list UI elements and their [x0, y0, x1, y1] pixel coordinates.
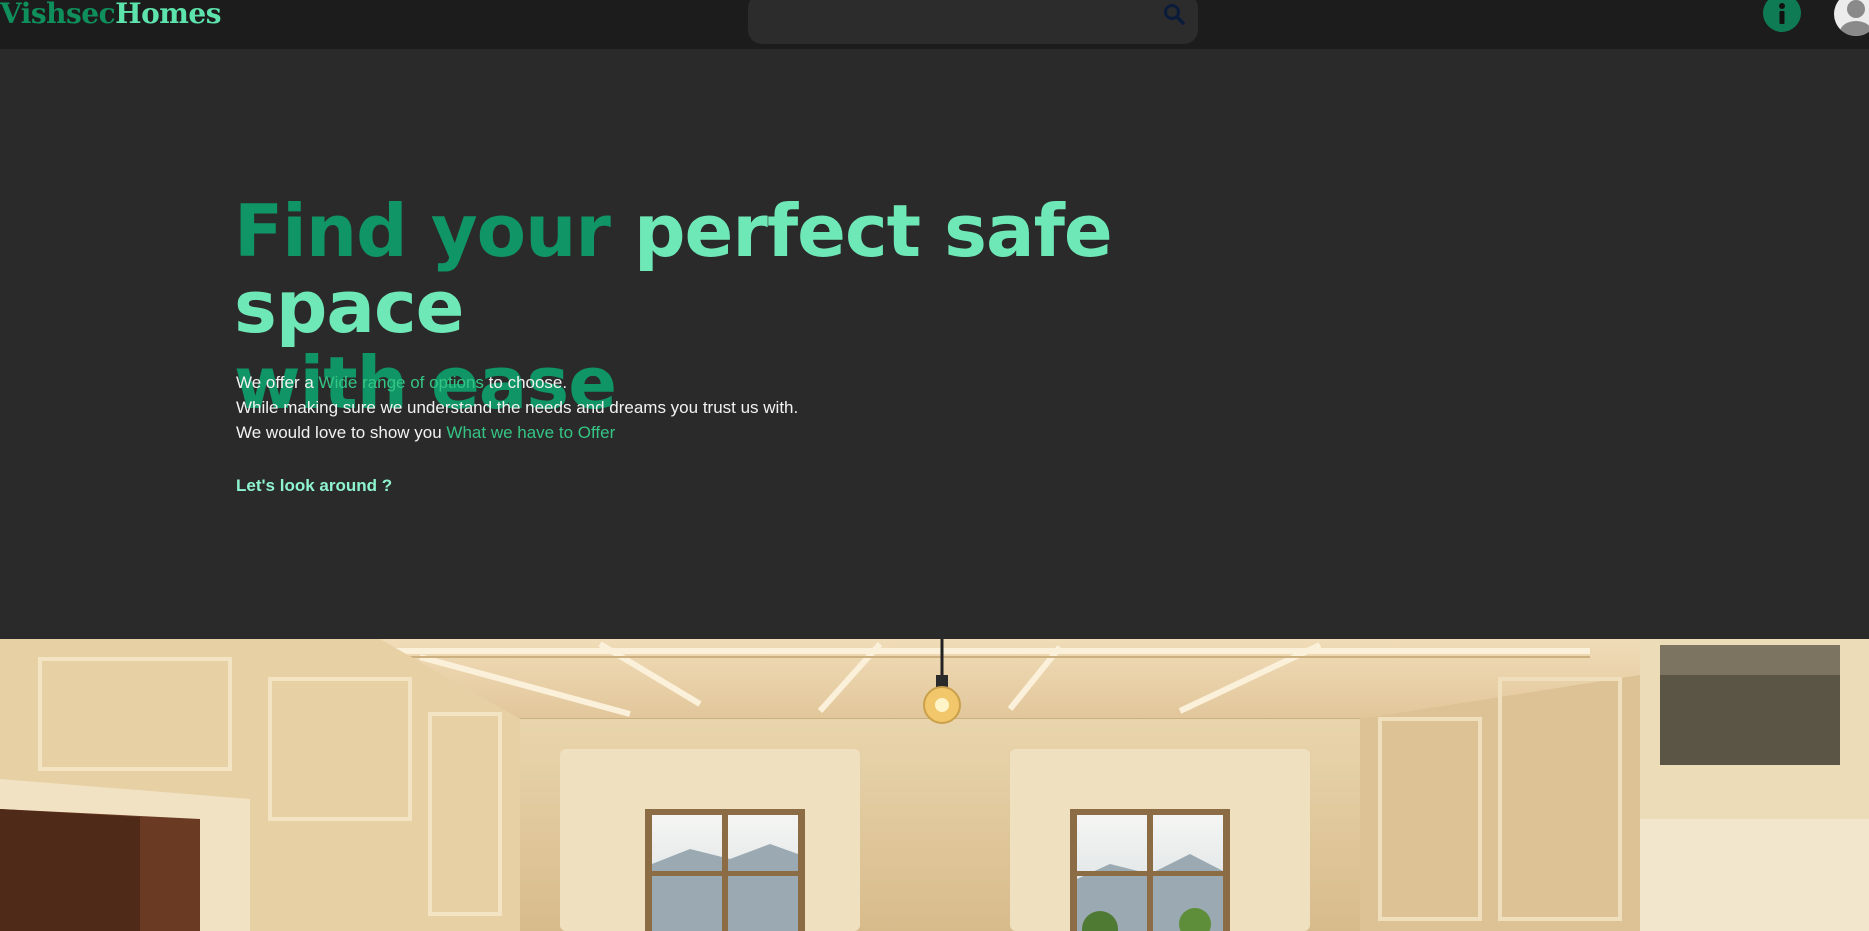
user-silhouette: [1840, 0, 1869, 36]
desc-line-3: We would love to show you What we have t…: [236, 420, 798, 445]
brand-logo[interactable]: VishsecHomes: [0, 0, 221, 30]
desc-line3-highlight: What we have to Offer: [446, 423, 616, 442]
desc-line-2: While making sure we understand the need…: [236, 398, 799, 417]
desc-line1-highlight: Wide range of options: [318, 373, 484, 392]
desc-line-1: We offer a Wide range of options to choo…: [236, 370, 798, 395]
info-icon[interactable]: [1763, 0, 1801, 32]
hero-description: We offer a Wide range of options to choo…: [236, 370, 798, 445]
room-photo-illustration: [0, 639, 1869, 931]
search-input[interactable]: [764, 4, 1148, 36]
desc-line1-prefix: We offer a: [236, 373, 314, 392]
desc-line1-suffix: to choose.: [488, 373, 568, 392]
brand-name-part2: Homes: [115, 0, 221, 30]
room-photo: [0, 639, 1869, 931]
info-glyph: [1779, 3, 1785, 24]
search-icon[interactable]: [1162, 2, 1186, 26]
desc-line3-prefix: We would love to show you: [236, 423, 442, 442]
hero-section: Find your perfect safe space with ease W…: [0, 49, 1869, 639]
user-avatar-icon[interactable]: [1834, 0, 1869, 36]
search-bar[interactable]: [748, 0, 1198, 44]
lets-look-around-link[interactable]: Let's look around ?: [236, 476, 392, 496]
brand-name-part1: Vishsec: [0, 0, 116, 30]
top-navbar: VishsecHomes: [0, 0, 1869, 49]
headline-part1: Find your: [234, 189, 611, 273]
